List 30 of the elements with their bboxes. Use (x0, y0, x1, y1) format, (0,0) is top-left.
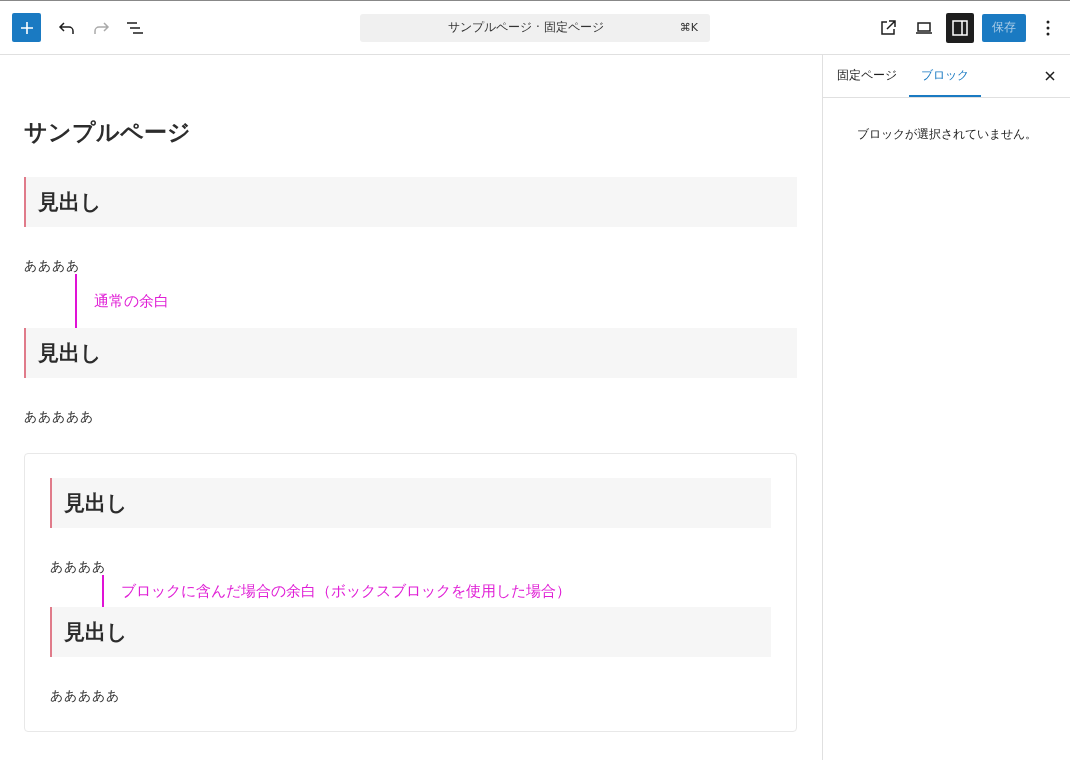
external-link-icon (879, 18, 897, 37)
sidebar-tab[interactable]: 固定ページ (825, 55, 909, 97)
undo-icon (58, 20, 76, 35)
command-bar[interactable]: サンプルページ · 固定ページ ⌘K (360, 13, 710, 42)
plus-icon (19, 20, 34, 35)
list-view-icon (126, 20, 144, 35)
page-title[interactable]: サンプルページ (24, 117, 797, 147)
paragraph-block[interactable]: あああああ (50, 687, 771, 704)
redo-icon (92, 20, 110, 35)
shortcut-label: ⌘K (679, 21, 698, 34)
spacing-marker-line (75, 274, 77, 328)
sidebar-icon (951, 18, 969, 37)
add-block-button[interactable] (12, 13, 41, 42)
paragraph-block[interactable]: ああああ (24, 257, 797, 274)
spacing-annotation: 通常の余白 (94, 291, 169, 311)
spacing-annotation: ブロックに含んだ場合の余白（ボックスブロックを使用した場合） (121, 581, 571, 601)
close-icon (1045, 71, 1055, 81)
box-block[interactable]: 見出し ああああ ブロックに含んだ場合の余白（ボックスブロックを使用した場合） 見出し あああああ (24, 453, 797, 732)
heading-block[interactable]: 見出し (24, 328, 797, 378)
spacing-marker-line (102, 575, 104, 607)
sidebar-tab[interactable]: ブロック (909, 55, 981, 97)
paragraph-block[interactable]: ああああ (50, 558, 771, 575)
laptop-icon (915, 20, 933, 35)
heading-block[interactable]: 見出し (24, 177, 797, 227)
settings-button[interactable] (946, 12, 974, 43)
more-vertical-icon (1046, 19, 1050, 36)
heading-block[interactable]: 見出し (50, 478, 771, 528)
no-block-selected-message: ブロックが選択されていません。 (855, 126, 1038, 143)
paragraph-block[interactable]: あああああ (24, 408, 797, 425)
heading-block[interactable]: 見出し (50, 607, 771, 657)
